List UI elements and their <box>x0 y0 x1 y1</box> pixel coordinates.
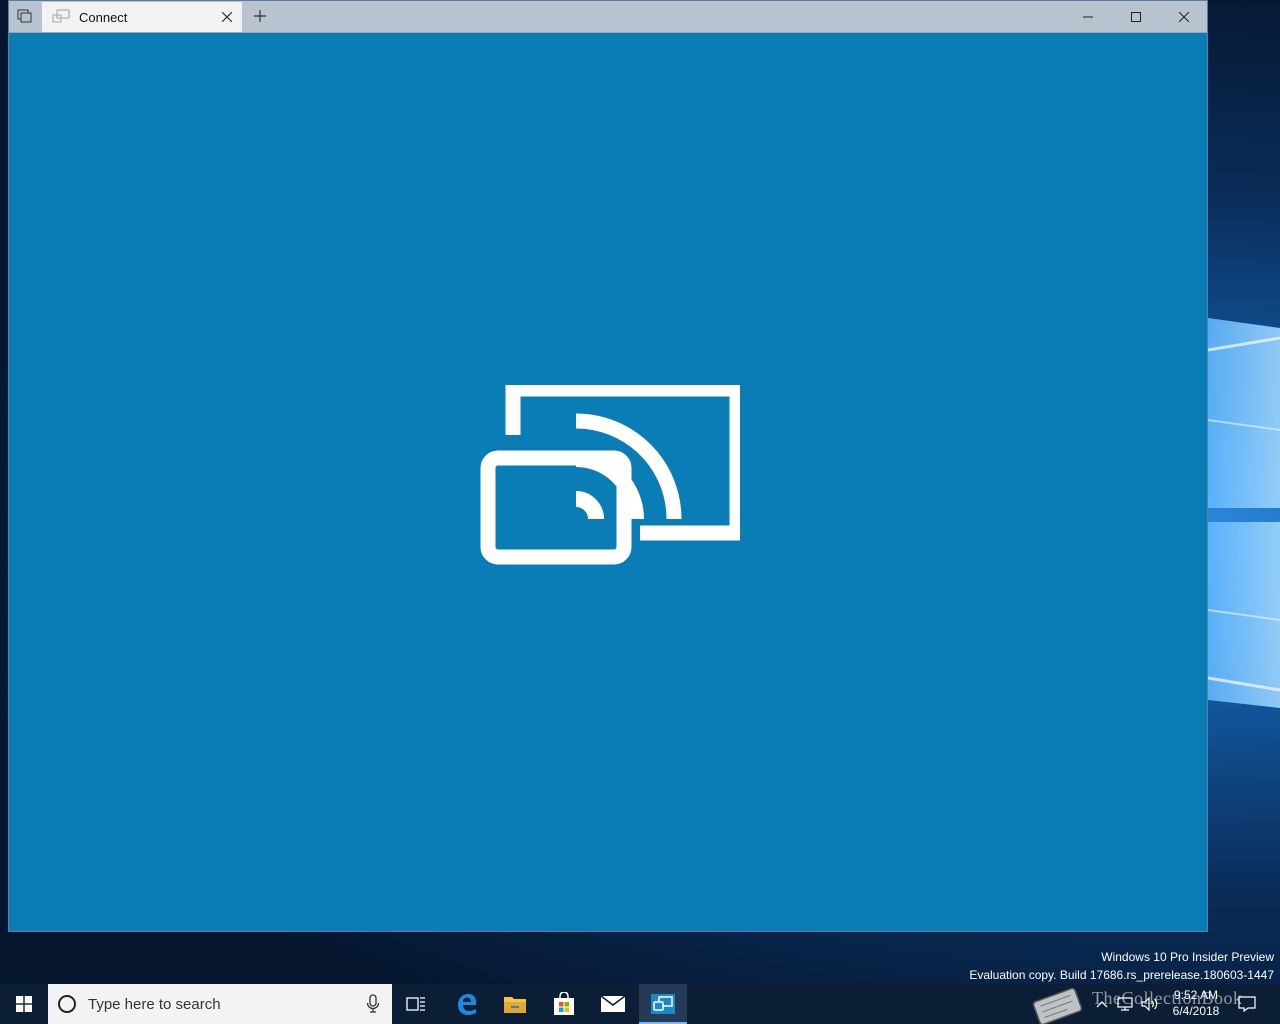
close-window-button[interactable] <box>1161 1 1207 32</box>
edge-taskbar-button[interactable] <box>443 984 491 1024</box>
minimize-button[interactable] <box>1065 1 1111 32</box>
title-bar[interactable]: Connect <box>9 1 1207 33</box>
store-icon <box>554 992 574 1015</box>
tabs-icon <box>17 9 32 22</box>
search-placeholder: Type here to search <box>88 996 221 1013</box>
folder-icon <box>504 997 526 1013</box>
store-taskbar-button[interactable] <box>540 984 588 1024</box>
plus-icon <box>254 10 266 22</box>
watermark-edition: Windows 10 Pro Insider Preview <box>1101 950 1274 964</box>
close-icon <box>1179 11 1189 22</box>
maximize-icon <box>1131 11 1141 22</box>
edge-icon <box>458 994 477 1015</box>
file-explorer-taskbar-button[interactable] <box>491 984 539 1024</box>
connect-app-icon <box>52 9 70 23</box>
minimize-icon <box>1083 16 1093 17</box>
evaluation-watermark: Windows 10 Pro Insider Preview Evaluatio… <box>969 948 1274 984</box>
tab-connect[interactable]: Connect <box>42 2 242 32</box>
watermark-build: Evaluation copy. Build 17686.rs_prerelea… <box>969 968 1274 982</box>
mail-taskbar-button[interactable] <box>589 984 637 1024</box>
new-tab-button[interactable] <box>249 5 271 27</box>
connect-app-icon <box>651 994 675 1014</box>
maximize-button[interactable] <box>1113 1 1159 32</box>
set-aside-tabs-button[interactable] <box>9 1 41 32</box>
connect-app-window: Connect <box>8 0 1208 932</box>
connect-content-area <box>9 33 1207 931</box>
connect-taskbar-button[interactable] <box>639 984 687 1024</box>
start-button[interactable] <box>0 984 48 1024</box>
taskbar-search-box[interactable]: Type here to search <box>48 984 392 1024</box>
mail-icon <box>600 995 626 1012</box>
task-view-icon <box>406 997 425 1011</box>
project-to-screen-icon <box>480 385 740 565</box>
cortana-icon <box>58 995 76 1013</box>
taskbar: Type here to search 9:52 AM 6/4/2018 <box>0 984 1280 1024</box>
brand-watermark: TheCollectionBook <box>1092 988 1243 1008</box>
microphone-icon[interactable] <box>366 994 380 1014</box>
windows-logo-wallpaper <box>1208 318 1280 708</box>
close-icon <box>222 12 232 22</box>
tab-title: Connect <box>79 10 128 25</box>
tab-close-button[interactable] <box>218 8 236 26</box>
task-view-button[interactable] <box>392 984 440 1024</box>
windows-start-icon <box>16 996 32 1012</box>
